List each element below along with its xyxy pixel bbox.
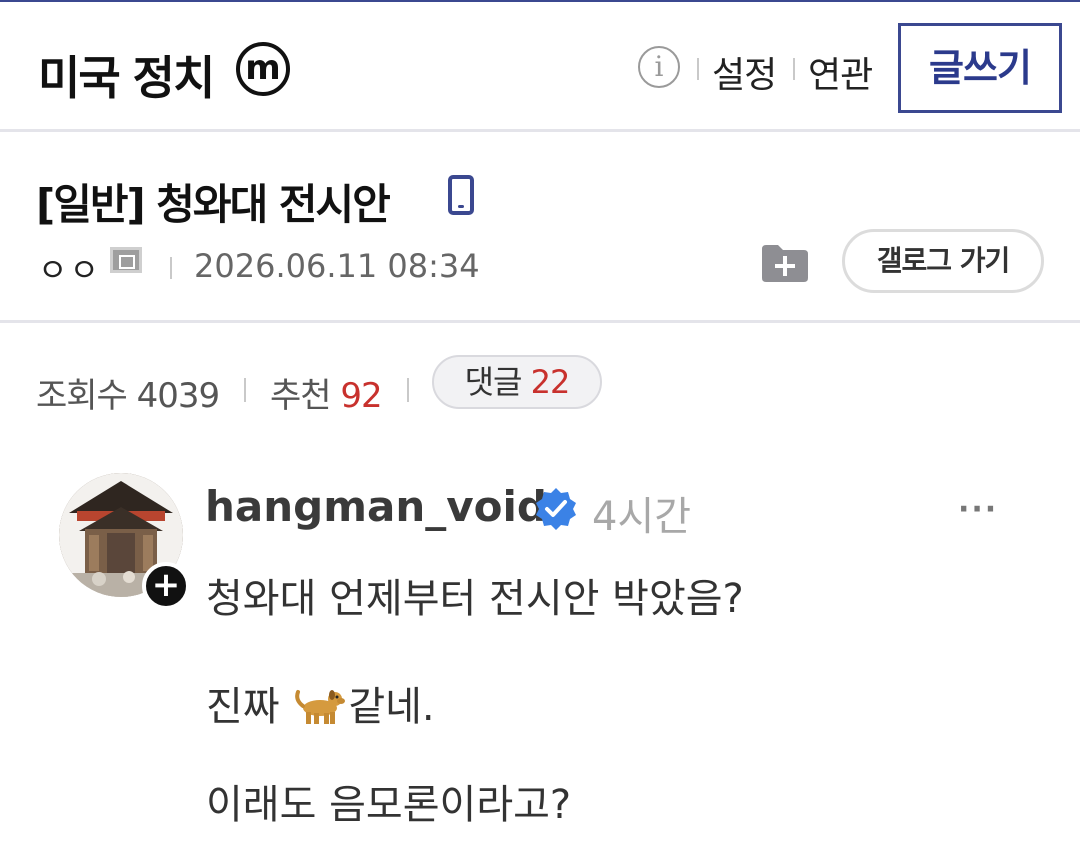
comments-button[interactable]: 댓글 22: [432, 355, 602, 409]
divider: [244, 378, 246, 402]
gallery-title[interactable]: 미국 정치: [38, 42, 215, 108]
comments-label: 댓글: [464, 363, 523, 401]
divider: [407, 378, 409, 402]
settings-link[interactable]: 설정: [712, 46, 777, 98]
divider: [170, 257, 172, 279]
embed-username: hangman_void: [205, 482, 547, 531]
divider: [793, 58, 795, 80]
user-type-icon: [110, 247, 142, 273]
post-date: 2026.06.11 08:34: [194, 247, 480, 285]
recommend-stat: 추천 92: [270, 368, 383, 417]
embed-time: 4시간: [592, 494, 692, 540]
recommend-count: 92: [340, 376, 382, 416]
post-title: [일반] 청와대 전시안: [36, 180, 391, 229]
gallery-header: 미국 정치 m i 설정 연관 글쓰기: [0, 2, 1080, 132]
views-count: 4039: [136, 376, 221, 416]
more-options-icon: ···: [958, 492, 999, 527]
verified-badge-icon: [536, 488, 576, 530]
info-icon[interactable]: i: [638, 46, 680, 88]
embedded-screenshot: + hangman_void 4시간 ··· 청와대 언제부터 전시안 박았음?…: [0, 420, 1080, 843]
embed-text-line: 이래도 음모론이라고?: [206, 782, 572, 828]
comments-count: 22: [530, 363, 571, 401]
dog-emoji-icon: [295, 690, 346, 724]
add-to-folder-icon[interactable]: [760, 243, 810, 283]
embed-text-line: 진짜 같네.: [206, 674, 435, 732]
post-header: [일반] 청와대 전시안 ㅇㅇ 2026.06.11 08:34 갤로그 가기: [0, 135, 1080, 323]
mobile-icon: [448, 175, 474, 215]
author-name[interactable]: ㅇㅇ: [38, 245, 101, 291]
divider: [697, 58, 699, 80]
embed-text-line: 청와대 언제부터 전시안 박았음?: [206, 576, 744, 622]
write-button[interactable]: 글쓰기: [898, 23, 1062, 113]
embed-text-part: 진짜: [206, 684, 293, 730]
related-link[interactable]: 연관: [808, 46, 873, 98]
recommend-label: 추천: [270, 376, 332, 416]
views-label: 조회수: [36, 376, 128, 416]
embed-text-part: 같네.: [348, 684, 435, 730]
minor-gallery-badge-icon: m: [236, 42, 290, 96]
follow-plus-icon: +: [142, 562, 190, 610]
views-stat: 조회수 4039: [36, 368, 221, 417]
post-stats: 조회수 4039 추천 92 댓글 22: [0, 326, 1080, 416]
gallog-button[interactable]: 갤로그 가기: [842, 229, 1044, 293]
